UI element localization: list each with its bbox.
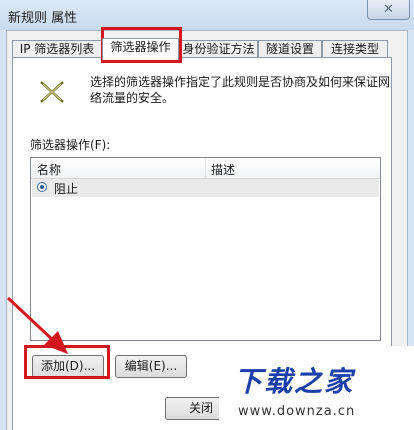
tab-tunnel-settings[interactable]: 隧道设置 bbox=[258, 40, 322, 58]
radio-selected-icon[interactable] bbox=[37, 182, 47, 192]
watermark-logo: 下载之家 bbox=[234, 365, 355, 398]
watermark-url: www.downza.cn bbox=[238, 404, 356, 419]
list-item-name: 阻止 bbox=[54, 182, 79, 196]
add-button[interactable]: 添加(D)... bbox=[32, 355, 104, 378]
column-separator[interactable] bbox=[205, 158, 206, 178]
window-title: 新规则 属性 bbox=[8, 11, 78, 26]
column-header-name[interactable]: 名称 bbox=[37, 161, 61, 178]
action-description: 选择的筛选器操作指定了此规则是否协商及如何来保证网络流量的安全。 bbox=[90, 75, 391, 105]
tab-ip-filter-list[interactable]: IP 筛选器列表 bbox=[12, 40, 102, 58]
list-header: 名称 描述 bbox=[31, 158, 380, 179]
title-bar: 新规则 属性 ✕ bbox=[0, 0, 414, 30]
list-item[interactable]: 阻止 bbox=[32, 179, 379, 197]
filter-action-label: 筛选器操作(F): bbox=[30, 138, 111, 152]
tab-filter-action[interactable]: 筛选器操作 bbox=[102, 38, 179, 60]
tab-connection-type[interactable]: 连接类型 bbox=[322, 40, 388, 58]
filter-action-list[interactable]: 名称 描述 阻止 bbox=[30, 157, 381, 341]
column-header-description[interactable]: 描述 bbox=[211, 161, 235, 178]
close-window-button[interactable]: ✕ bbox=[367, 0, 410, 20]
tab-auth-methods[interactable]: 身份验证方法 bbox=[179, 40, 258, 58]
filter-action-icon bbox=[40, 81, 64, 103]
edit-button[interactable]: 编辑(E)... bbox=[115, 355, 187, 378]
